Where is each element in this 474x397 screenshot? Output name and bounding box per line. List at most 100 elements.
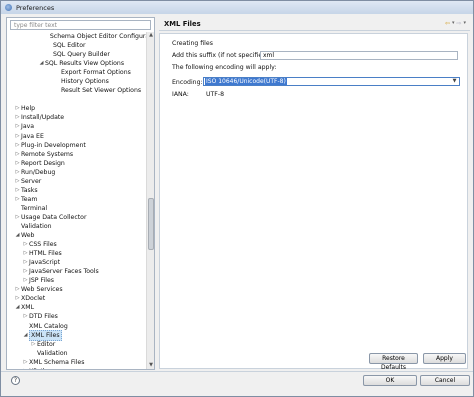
tree-item: ▷	[8, 95, 147, 104]
tree-item[interactable]: ▷ Tasks	[8, 186, 147, 195]
tree-item[interactable]: ▷SQL Editor	[8, 41, 147, 50]
ok-button[interactable]: OK	[363, 375, 417, 386]
tree-item[interactable]: ▷ HTML Files	[8, 249, 147, 258]
collapsed-arrow-icon[interactable]: ▷	[14, 132, 21, 141]
tree-item-label: Validation	[21, 223, 52, 230]
collapsed-arrow-icon[interactable]: ▷	[22, 276, 29, 285]
collapsed-arrow-icon: ▷	[54, 86, 61, 95]
tree-item[interactable]: ▷ Java	[8, 122, 147, 131]
collapsed-arrow-icon[interactable]: ▷	[22, 249, 29, 258]
help-icon[interactable]: ?	[11, 376, 20, 385]
expanded-arrow-icon[interactable]: ◢	[14, 231, 21, 240]
collapsed-arrow-icon: ▷	[46, 41, 53, 50]
forward-arrow-icon[interactable]: ⇨	[456, 20, 461, 27]
chevron-down-icon[interactable]: ▼	[451, 78, 458, 85]
collapsed-arrow-icon[interactable]: ▷	[14, 285, 21, 294]
tree-item[interactable]: ▷Validation	[8, 349, 147, 358]
encoding-value: ISO 10646/Unicode(UTF-8)	[205, 78, 287, 85]
tree-item[interactable]: ▷ XDoclet	[8, 294, 147, 303]
expanded-arrow-icon[interactable]: ◢	[14, 303, 21, 312]
collapsed-arrow-icon[interactable]: ▷	[14, 113, 21, 122]
collapsed-arrow-icon[interactable]: ▷	[22, 240, 29, 249]
preferences-window: Preferences ▷Schema Object Editor Config…	[0, 0, 474, 397]
tree-item[interactable]: ◢ XML	[8, 303, 147, 312]
tree-item[interactable]: ▷ Web Services	[8, 285, 147, 294]
encoding-select[interactable]: ISO 10646/Unicode(UTF-8) ▼	[203, 77, 460, 86]
tree-item[interactable]: ◢ Web	[8, 231, 147, 240]
back-arrow-icon[interactable]: ⇦	[445, 20, 450, 27]
forward-dropdown-icon[interactable]: ▾	[463, 20, 466, 27]
tree-item-label: Schema Object Editor Configuration	[49, 33, 147, 41]
suffix-input[interactable]	[260, 51, 458, 60]
encoding-note: The following encoding will apply:	[172, 64, 277, 71]
tree-item[interactable]: ▷ Install/Update	[8, 113, 147, 122]
tree-item[interactable]: ▷ Java EE	[8, 132, 147, 141]
tree-item-label: Web	[21, 232, 35, 240]
tree-item-label: XPath	[29, 367, 47, 369]
tree-item[interactable]: ▷XPath	[8, 367, 147, 369]
collapsed-arrow-icon[interactable]: ▷	[22, 267, 29, 276]
collapsed-arrow-icon[interactable]: ▷	[22, 358, 29, 367]
collapsed-arrow-icon[interactable]: ▷	[14, 177, 21, 186]
tree-item[interactable]: ▷ JavaScript	[8, 258, 147, 267]
tree-item[interactable]: ◢ SQL Results View Options	[8, 59, 147, 68]
collapsed-arrow-icon[interactable]: ▷	[14, 195, 21, 204]
tree-item[interactable]: ▷Validation	[8, 222, 147, 231]
cancel-button[interactable]: Cancel	[420, 375, 470, 386]
tree-item[interactable]: ▷ CSS Files	[8, 240, 147, 249]
collapsed-arrow-icon[interactable]: ▷	[14, 159, 21, 168]
tree-item[interactable]: ▷ JSP Files	[8, 276, 147, 285]
collapsed-arrow-icon[interactable]: ▷	[22, 367, 29, 369]
expanded-arrow-icon[interactable]: ◢	[22, 331, 29, 340]
tree-item[interactable]: ▷SQL Query Builder	[8, 50, 147, 59]
collapsed-arrow-icon[interactable]: ▷	[14, 294, 21, 303]
page-header: XML Files ⇦ ▾ ⇨ ▾	[159, 17, 470, 31]
collapsed-arrow-icon[interactable]: ▷	[14, 141, 21, 150]
tree-item[interactable]: ▷Schema Object Editor Configuration	[8, 32, 147, 41]
collapsed-arrow-icon[interactable]: ▷	[14, 213, 21, 222]
tree-item[interactable]: ▷Export Format Options	[8, 68, 147, 77]
tree-item-label: Tasks	[21, 186, 38, 194]
tree-item[interactable]: ▷ XML Schema Files	[8, 358, 147, 367]
tree-item-label: JavaScript	[29, 259, 61, 267]
collapsed-arrow-icon[interactable]: ▷	[22, 258, 29, 267]
collapsed-arrow-icon: ▷	[22, 322, 29, 331]
collapsed-arrow-icon[interactable]: ▷	[14, 150, 21, 159]
collapsed-arrow-icon[interactable]: ▷	[14, 186, 21, 195]
section-heading: Creating files	[172, 40, 213, 47]
back-dropdown-icon[interactable]: ▾	[452, 20, 455, 27]
tree-item[interactable]: ◢ XML Files	[8, 329, 147, 341]
filter-input[interactable]	[10, 20, 151, 30]
tree-item[interactable]: ▷ Report Design	[8, 159, 147, 168]
tree-item[interactable]: ▷ Run/Debug	[8, 168, 147, 177]
apply-button[interactable]: Apply	[423, 353, 466, 364]
scroll-up-icon[interactable]: ▲	[148, 32, 154, 39]
scroll-down-icon[interactable]: ▼	[148, 362, 154, 369]
tree-item[interactable]: ▷Result Set Viewer Options	[8, 86, 147, 95]
tree-item[interactable]: ▷ DTD Files	[8, 312, 147, 321]
collapsed-arrow-icon: ▷	[54, 68, 61, 77]
tree-item[interactable]: ▷ Server	[8, 177, 147, 186]
tree-item[interactable]: ▷Terminal	[8, 204, 147, 213]
tree-item[interactable]: ▷ JavaServer Faces Tools	[8, 267, 147, 276]
tree-item[interactable]: ▷ Usage Data Collector	[8, 213, 147, 222]
collapsed-arrow-icon[interactable]: ▷	[14, 104, 21, 113]
encoding-label: Encoding:	[172, 79, 203, 86]
tree-scrollbar[interactable]: ▲ ▼	[146, 32, 154, 369]
tree-item-label: Team	[21, 195, 38, 203]
collapsed-arrow-icon[interactable]: ▷	[14, 168, 21, 177]
tree-item[interactable]: ▷ Team	[8, 195, 147, 204]
restore-defaults-button[interactable]: Restore Defaults	[369, 353, 418, 371]
collapsed-arrow-icon[interactable]: ▷	[22, 312, 29, 321]
tree-item-label: XML	[21, 304, 35, 312]
collapsed-arrow-icon[interactable]: ▷	[30, 340, 37, 349]
expanded-arrow-icon[interactable]: ◢	[38, 59, 45, 68]
tree-item[interactable]: ▷ Remote Systems	[8, 150, 147, 159]
tree-item[interactable]: ▷ Help	[8, 104, 147, 113]
tree-item[interactable]: ▷History Options	[8, 77, 147, 86]
scrollbar-thumb[interactable]	[148, 198, 154, 250]
tree-item[interactable]: ▷ Editor	[8, 340, 147, 349]
tree-item-label: Remote Systems	[21, 150, 74, 158]
tree-item[interactable]: ▷ Plug-in Development	[8, 141, 147, 150]
collapsed-arrow-icon[interactable]: ▷	[14, 122, 21, 131]
